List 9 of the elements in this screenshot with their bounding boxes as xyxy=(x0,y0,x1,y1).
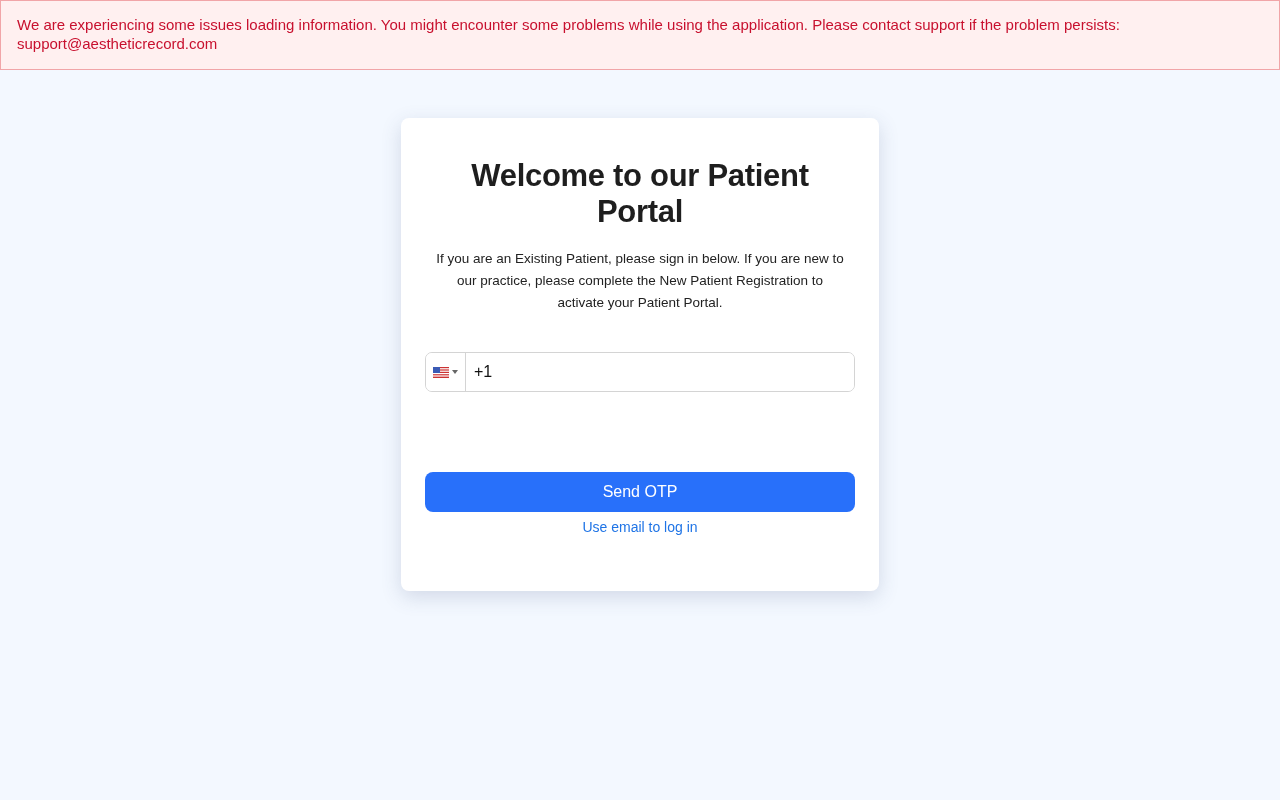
flag-icon xyxy=(433,366,449,378)
send-otp-button[interactable]: Send OTP xyxy=(425,472,855,512)
intro-text: If you are an Existing Patient, please sign in below. If you are new to our practice, please complete the New Patient Registration to activate your Patient Portal. xyxy=(435,250,845,312)
error-alert: We are experiencing some issues loading information. You might encounter some problems while using the application. Please contact support if the problem persists: support@aestheticrecord.com xyxy=(0,0,1280,70)
phone-field[interactable]: +1 xyxy=(425,352,855,392)
card-title: Welcome to our Patient Portal xyxy=(470,158,810,230)
email-login-link[interactable]: Use email to log in xyxy=(582,519,698,535)
caret-icon xyxy=(452,370,458,374)
country-selector[interactable] xyxy=(426,353,466,391)
